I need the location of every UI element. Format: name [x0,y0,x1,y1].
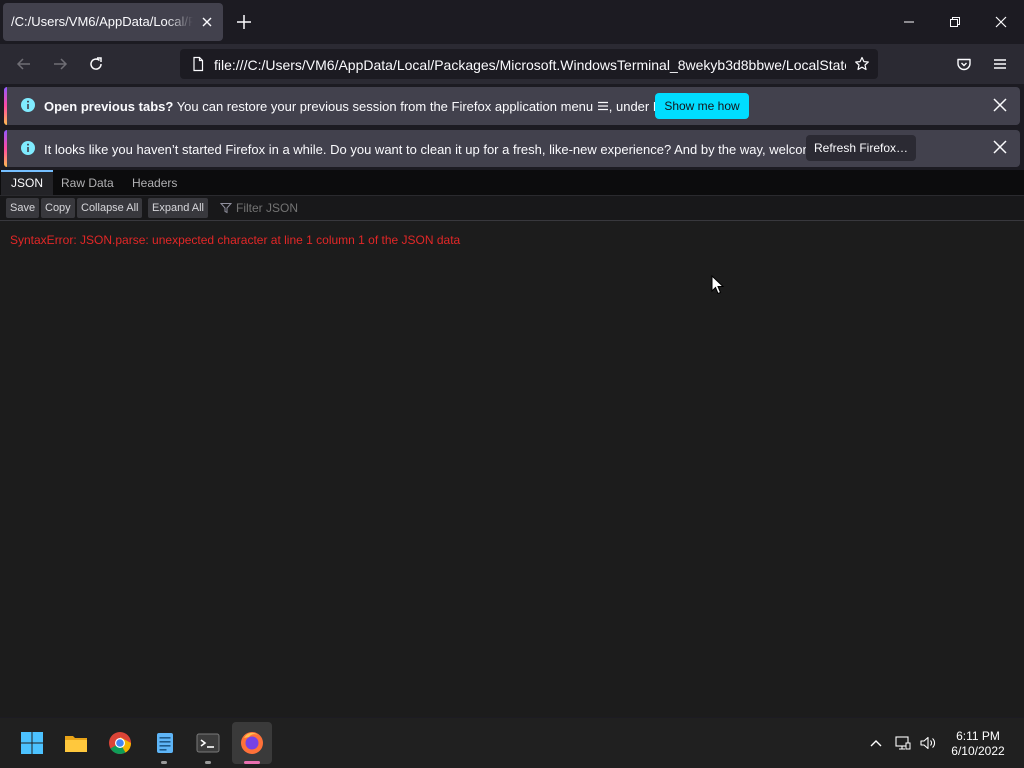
clock-time: 6:11 PM [956,729,1000,743]
terminal-running-indicator [205,761,211,764]
restore-session-message: Open previous tabs? You can restore your… [44,99,696,114]
tab-title: /C:/Users/VM6/AppData/Local/Packages/Mic… [11,14,193,29]
clock[interactable]: 6:11 PM 6/10/2022 [942,729,1014,759]
close-window-icon[interactable] [993,14,1009,30]
pocket-icon[interactable] [956,56,972,72]
json-viewer-content: SyntaxError: JSON.parse: unexpected char… [0,221,1024,717]
terminal-icon[interactable] [196,731,220,755]
info-icon [21,98,35,112]
close-notification-icon[interactable] [992,97,1008,113]
back-icon[interactable] [16,56,32,72]
app-menu-icon[interactable] [992,56,1008,72]
reload-icon[interactable] [88,56,104,72]
notepad-running-indicator [161,761,167,764]
notification-accent-stripe [4,130,7,167]
volume-icon[interactable] [920,735,936,751]
tab-headers[interactable]: Headers [122,170,187,195]
url-text[interactable]: file:///C:/Users/VM6/AppData/Local/Packa… [214,57,846,73]
clock-date: 6/10/2022 [951,744,1005,758]
navigation-bar: file:///C:/Users/VM6/AppData/Local/Packa… [0,44,1024,84]
restore-session-bold: Open previous tabs? [44,99,174,114]
bookmark-star-icon[interactable] [854,56,870,72]
json-viewer-toolbar: Save Copy Collapse All Expand All Filter… [0,196,1024,221]
refresh-firefox-button[interactable]: Refresh Firefox… [806,135,916,161]
copy-button[interactable]: Copy [41,198,75,218]
minimize-icon[interactable] [901,14,917,30]
firefox-icon[interactable] [240,731,264,755]
restore-session-notification: Open previous tabs? You can restore your… [4,87,1020,125]
save-button[interactable]: Save [6,198,40,218]
network-icon[interactable] [895,735,911,751]
tab-close-icon[interactable] [199,14,215,30]
filter-json-input[interactable]: Filter JSON [220,198,298,218]
url-bar[interactable]: file:///C:/Users/VM6/AppData/Local/Packa… [180,49,878,79]
filter-placeholder: Filter JSON [236,201,299,215]
tab-raw-data[interactable]: Raw Data [51,170,124,195]
notepad-icon[interactable] [153,731,177,755]
forward-icon[interactable] [52,56,68,72]
refresh-firefox-message: It looks like you haven’t started Firefo… [44,142,856,157]
filter-icon [220,203,232,214]
tab-strip: /C:/Users/VM6/AppData/Local/Packages/Mic… [0,0,1024,44]
chrome-icon[interactable] [108,731,132,755]
new-tab-icon[interactable] [236,14,252,30]
start-icon[interactable] [20,731,44,755]
chevron-up-icon[interactable] [868,735,884,751]
restore-icon[interactable] [947,14,963,30]
collapse-all-button[interactable]: Collapse All [77,198,143,218]
show-me-how-button[interactable]: Show me how [655,93,749,119]
firefox-active-indicator [244,761,260,764]
refresh-firefox-notification: It looks like you haven’t started Firefo… [4,130,1020,167]
tab-json[interactable]: JSON [1,170,54,195]
hamburger-menu-icon [597,101,608,111]
page-icon[interactable] [190,56,206,72]
json-parse-error: SyntaxError: JSON.parse: unexpected char… [10,233,461,247]
close-notification-icon[interactable] [992,139,1008,155]
expand-all-button[interactable]: Expand All [148,198,208,218]
json-viewer-tabs: JSON Raw Data Headers [0,170,1024,196]
info-icon [21,141,35,155]
notification-accent-stripe [4,87,7,125]
windows-taskbar: 6:11 PM 6/10/2022 [0,718,1024,768]
browser-tab[interactable]: /C:/Users/VM6/AppData/Local/Packages/Mic… [3,3,223,41]
restore-session-text: You can restore your previous session fr… [173,99,597,114]
file-explorer-icon[interactable] [64,731,88,755]
mouse-cursor-icon [711,275,725,295]
